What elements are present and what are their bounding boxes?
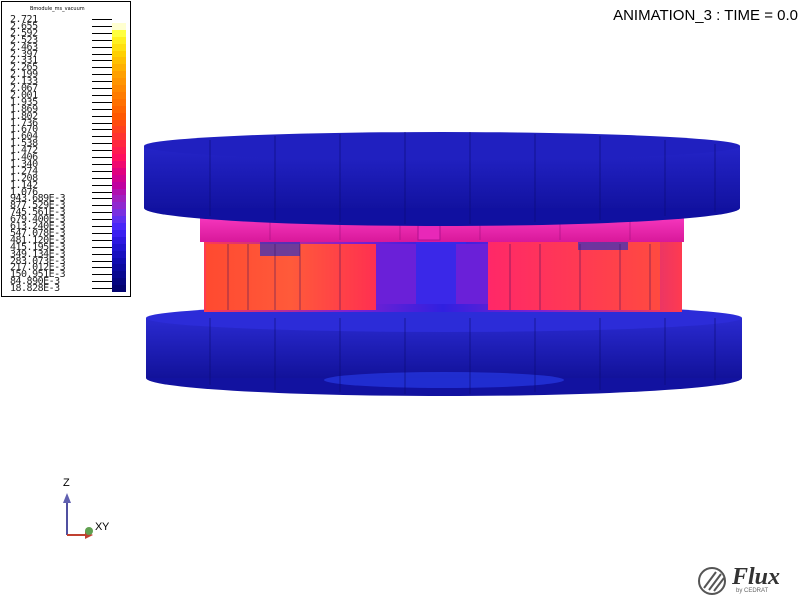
logo-word: Flux [732,564,781,590]
flux-logo-icon [698,567,726,595]
magnet-ring [204,236,682,312]
axis-y-label: Y [102,521,110,533]
axis-triad: Z X Y [55,475,115,545]
animation-title: ANIMATION_3 : TIME = 0.0 [613,7,798,24]
legend-swatch [112,285,126,293]
bottom-disk [146,304,742,396]
legend-title: Bmodule_ms_vacuum [30,6,85,12]
logo-sub: by CEDRAT [736,588,769,594]
top-disk [144,132,740,226]
3d-viewport[interactable]: Bmodule_ms_vacuum 2.721 2.655 2.592 2.523 2.… [0,0,800,600]
legend-row: 18.828E-3 [2,283,130,295]
legend-value: 18.828E-3 [10,283,60,295]
axis-z-label: Z [63,477,70,489]
color-legend: Bmodule_ms_vacuum 2.721 2.655 2.592 2.523 2.… [1,1,131,297]
flux-logo: Flux by CEDRAT [696,564,796,598]
